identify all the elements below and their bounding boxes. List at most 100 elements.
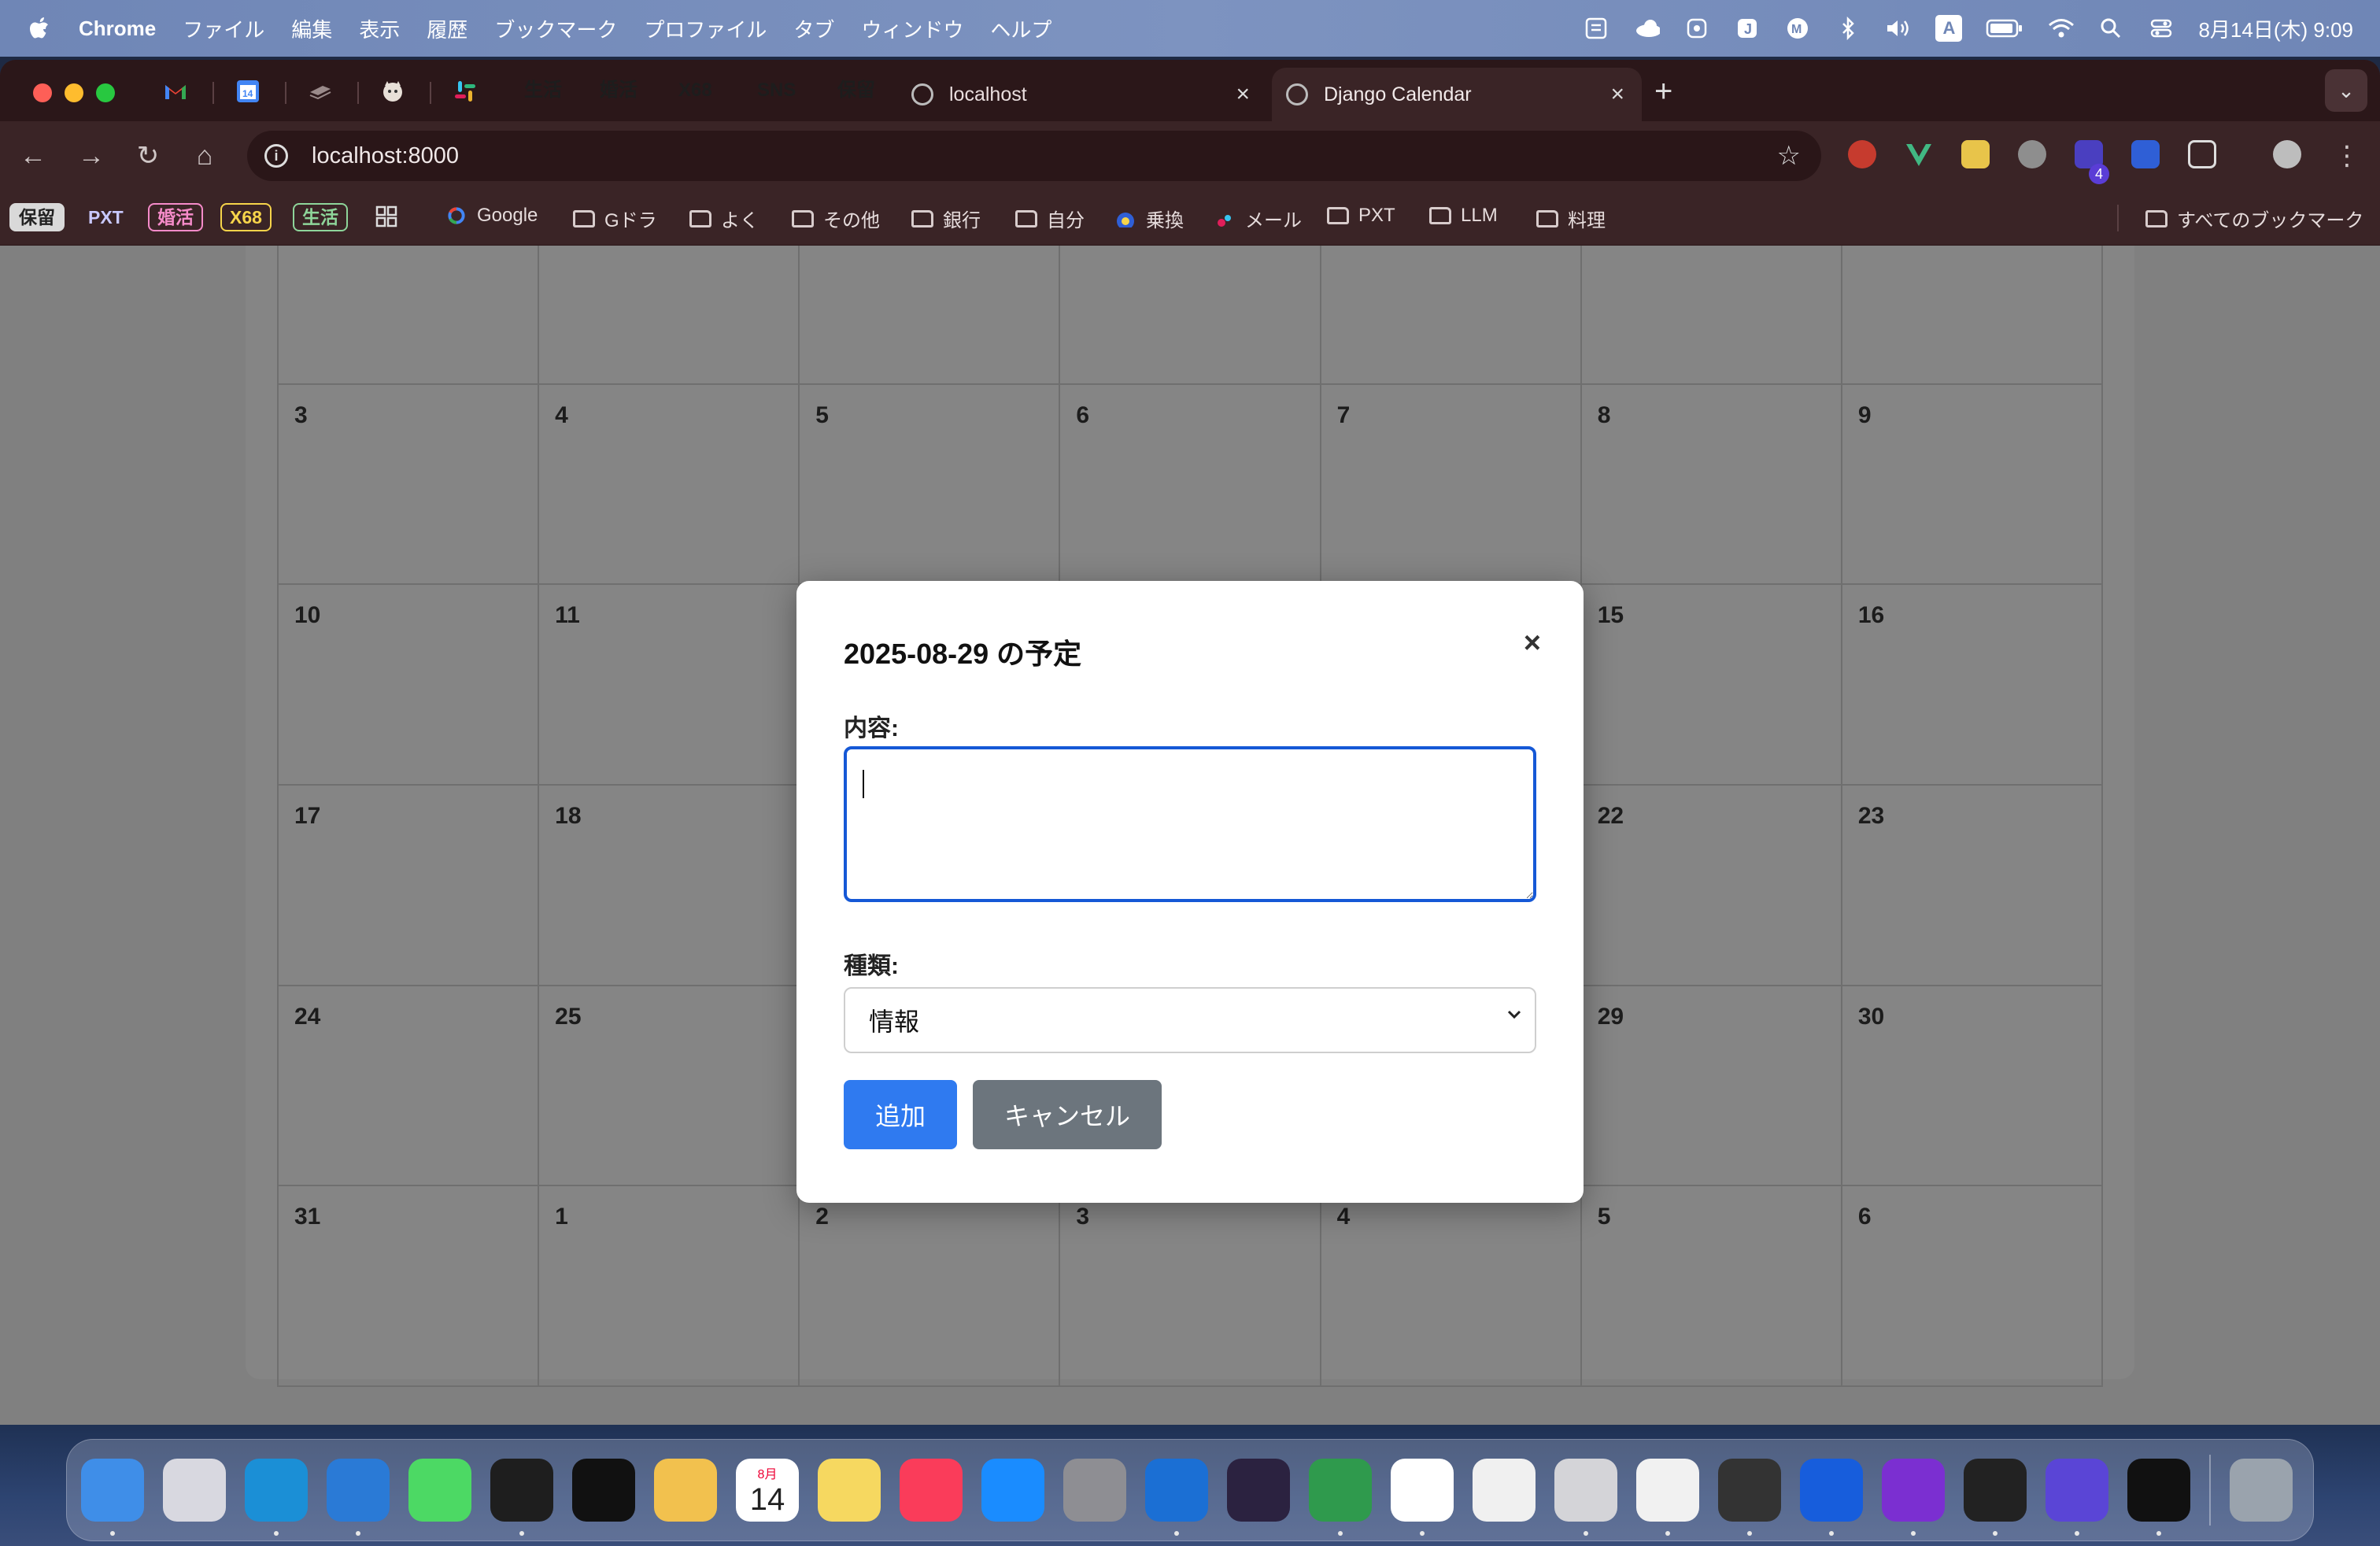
calendar-day-cell[interactable] <box>1842 246 2103 385</box>
forward-arrow-icon[interactable]: → <box>74 139 109 173</box>
menu-help[interactable]: ヘルプ <box>990 14 1051 43</box>
menubar-clock[interactable]: 8月14日(木) 9:09 <box>2198 14 2353 43</box>
calendar-day-cell[interactable]: 8 <box>1581 384 1842 586</box>
launchpad-icon[interactable] <box>163 1459 226 1522</box>
calendar-day-cell[interactable]: 4 <box>1321 1186 1582 1387</box>
all-bookmarks-folder[interactable]: すべてのブックマーク <box>2145 205 2363 232</box>
bookmark-mail[interactable]: メール <box>1214 205 1302 232</box>
affinity-icon[interactable] <box>1882 1459 1945 1536</box>
dictionary-icon[interactable] <box>1583 15 1609 42</box>
icloud-icon[interactable] <box>1633 15 1661 42</box>
calendar-day-cell[interactable]: 2 <box>800 1186 1061 1387</box>
bookmark-folder-pxt[interactable]: PXT <box>1327 205 1395 227</box>
calculator-icon[interactable] <box>1718 1459 1781 1536</box>
bookmark-group-hold[interactable]: 保留 <box>9 203 65 231</box>
finder-icon[interactable] <box>81 1459 144 1536</box>
apps-grid-icon[interactable] <box>375 205 398 228</box>
type-select[interactable]: 情報 <box>844 987 1536 1053</box>
close-tab-icon[interactable]: × <box>1236 81 1250 108</box>
more-menu-icon[interactable]: ⋮ <box>2330 139 2364 173</box>
bookmark-star-icon[interactable]: ☆ <box>1777 140 1801 172</box>
bookmark-folder-llm[interactable]: LLM <box>1429 205 1498 227</box>
calendar-day-cell[interactable]: 4 <box>539 384 800 586</box>
calendar-day-cell[interactable]: 22 <box>1581 786 1842 986</box>
site-info-icon[interactable]: i <box>264 144 288 168</box>
edge-icon[interactable] <box>245 1459 308 1536</box>
tab-group-chip-life[interactable]: 生活 <box>513 76 573 105</box>
battery-icon[interactable] <box>1986 15 2023 42</box>
tab-django-calendar[interactable]: Django Calendar × <box>1272 68 1642 121</box>
bookmark-group-konkatsu[interactable]: 婚活 <box>148 203 203 231</box>
photos-icon[interactable] <box>654 1459 717 1522</box>
cancel-button[interactable]: キャンセル <box>973 1080 1162 1149</box>
music-icon[interactable] <box>900 1459 963 1522</box>
bluetooth-icon[interactable] <box>1835 15 1861 42</box>
bookmark-folder-gdrive[interactable]: Gドラ <box>573 205 657 232</box>
bookmark-group-x68[interactable]: X68 <box>220 203 272 231</box>
menu-file[interactable]: ファイル <box>183 14 264 43</box>
tab-search-button[interactable]: ⌄ <box>2325 69 2367 112</box>
back-arrow-icon[interactable]: ← <box>16 139 50 173</box>
calendar-day-cell[interactable]: 10 <box>279 585 540 786</box>
window-zoom-button[interactable] <box>96 83 115 102</box>
bitwarden-icon[interactable] <box>1800 1459 1863 1536</box>
vscode-icon[interactable] <box>327 1459 390 1536</box>
bookmark-folder-other[interactable]: その他 <box>792 205 880 232</box>
bookmark-folder-yoku[interactable]: よく <box>689 205 759 232</box>
menu-window[interactable]: ウィンドウ <box>861 14 963 43</box>
trash-icon[interactable] <box>2230 1459 2293 1522</box>
bookmark-folder-bank[interactable]: 銀行 <box>911 205 981 232</box>
bookmark-transit[interactable]: 乗換 <box>1114 205 1184 232</box>
spotlight-icon[interactable] <box>2097 15 2124 42</box>
tab-localhost[interactable]: localhost × <box>897 68 1267 121</box>
menu-history[interactable]: 履歴 <box>427 14 468 43</box>
profile-avatar[interactable] <box>2273 140 2301 168</box>
input-source-icon[interactable]: A <box>1935 15 1963 42</box>
calendar-day-cell[interactable]: 1 <box>539 1186 800 1387</box>
iphone-mirroring-icon[interactable] <box>1554 1459 1617 1536</box>
calendar-day-cell[interactable]: 24 <box>279 986 540 1187</box>
pinned-tab-cat[interactable] <box>379 77 406 105</box>
bookmark-google[interactable]: Google <box>445 205 538 227</box>
ai-app-icon[interactable] <box>2046 1459 2108 1536</box>
textedit-icon[interactable] <box>1473 1459 1536 1522</box>
tab-group-chip-sns[interactable]: SNS <box>746 76 807 105</box>
menu-app-name[interactable]: Chrome <box>79 17 156 41</box>
volume-icon[interactable] <box>1885 15 1912 42</box>
app-store-icon[interactable] <box>981 1459 1044 1522</box>
obsidian-icon[interactable] <box>1227 1459 1290 1522</box>
tab-group-chip-hold[interactable]: 保留 <box>826 76 886 105</box>
calendar-day-cell[interactable]: 6 <box>1060 384 1321 586</box>
calendar-day-cell[interactable]: 9 <box>1842 384 2103 586</box>
window-close-button[interactable] <box>33 83 52 102</box>
calendar-day-cell[interactable] <box>1581 246 1842 385</box>
content-textarea[interactable] <box>844 746 1536 902</box>
calendar-day-cell[interactable] <box>1321 246 1582 385</box>
home-icon[interactable]: ⌂ <box>187 139 222 173</box>
menu-view[interactable]: 表示 <box>359 14 400 43</box>
calendar-day-cell[interactable]: 31 <box>279 1186 540 1387</box>
extension-vue-icon[interactable] <box>1905 140 1933 168</box>
wifi-icon[interactable] <box>2047 15 2075 42</box>
menu-edit[interactable]: 編集 <box>291 14 332 43</box>
extension-gray-icon[interactable] <box>2018 140 2046 168</box>
calendar-day-cell[interactable]: 6 <box>1842 1186 2103 1387</box>
menu-profiles[interactable]: プロファイル <box>644 14 767 43</box>
calendar-day-cell[interactable]: 5 <box>800 384 1061 586</box>
extension-red-icon[interactable] <box>1848 140 1876 168</box>
address-bar[interactable]: i localhost:8000 ☆ <box>247 131 1821 181</box>
calendar-day-cell[interactable]: 23 <box>1842 786 2103 986</box>
apple-menu-icon[interactable] <box>27 15 55 42</box>
bookmark-folder-cooking[interactable]: 料理 <box>1536 205 1606 232</box>
calendar-day-cell[interactable]: 7 <box>1321 384 1582 586</box>
calendar-day-cell[interactable]: 17 <box>279 786 540 986</box>
notes-icon[interactable] <box>818 1459 881 1522</box>
menu-tab[interactable]: タブ <box>793 14 834 43</box>
chrome-icon[interactable] <box>1636 1459 1699 1536</box>
keybase-icon[interactable] <box>1309 1459 1372 1536</box>
calendar-day-cell[interactable]: 16 <box>1842 585 2103 786</box>
menu-bookmarks[interactable]: ブックマーク <box>494 14 617 43</box>
calendar-icon[interactable]: 8月 14 <box>736 1459 799 1522</box>
extension-shield-icon[interactable] <box>2131 140 2160 168</box>
pinned-tab-stack[interactable] <box>307 77 334 105</box>
